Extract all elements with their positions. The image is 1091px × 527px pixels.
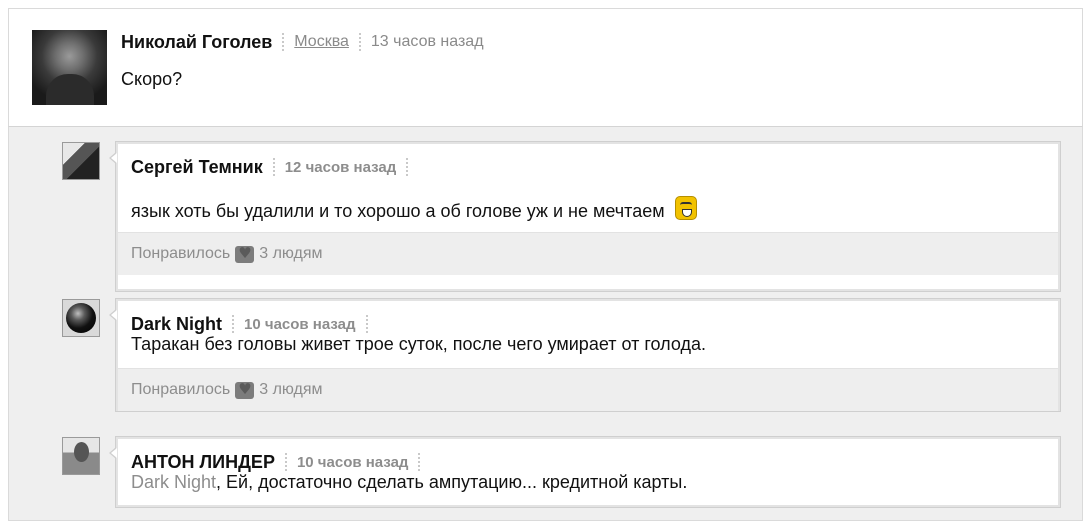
comment-text-content: , Ей, достаточно сделать ампутацию... кр… bbox=[216, 472, 688, 492]
post-author[interactable]: Николай Гоголев bbox=[121, 32, 272, 53]
separator bbox=[282, 33, 285, 51]
comment-author[interactable]: Сергей Темник bbox=[131, 157, 263, 178]
post-thread: Николай Гоголев Москва 13 часов назад Ск… bbox=[0, 0, 1091, 527]
main-post: Николай Гоголев Москва 13 часов назад Ск… bbox=[8, 8, 1083, 127]
comment-text-content: язык хоть бы удалили и то хорошо а об го… bbox=[131, 201, 665, 221]
post-time: 13 часов назад bbox=[370, 33, 484, 50]
comment-header: Сергей Темник 12 часов назад bbox=[131, 156, 418, 178]
like-bar: Понравилось 3 людям bbox=[118, 368, 1058, 411]
separator bbox=[272, 158, 275, 176]
comment-avatar[interactable] bbox=[62, 142, 100, 180]
post-location-link[interactable]: Москва bbox=[294, 33, 349, 51]
separator bbox=[406, 158, 409, 176]
like-bar: Понравилось 3 людям bbox=[118, 232, 1058, 275]
comment-header: АНТОН ЛИНДЕР 10 часов назад bbox=[131, 451, 430, 473]
comments-section: Сергей Темник 12 часов назад язык хоть б… bbox=[8, 126, 1083, 521]
separator bbox=[232, 315, 235, 333]
comment-author[interactable]: Dark Night bbox=[131, 314, 222, 335]
post-text: Скоро? bbox=[121, 69, 183, 89]
separator bbox=[284, 453, 287, 471]
post-header: Николай Гоголев Москва 13 часов назад bbox=[121, 32, 484, 52]
comment-header: Dark Night 10 часов назад bbox=[131, 313, 378, 335]
comment-text: Dark Night, Ей, достаточно сделать ампут… bbox=[131, 472, 687, 493]
likes-label: Понравилось bbox=[131, 381, 231, 398]
comment-avatar[interactable] bbox=[62, 299, 100, 337]
comment-time: 10 часов назад bbox=[244, 315, 356, 333]
likes-count[interactable]: 3 людям bbox=[259, 245, 322, 263]
author-avatar[interactable] bbox=[32, 30, 107, 105]
separator bbox=[365, 315, 368, 333]
likes-count[interactable]: 3 людям bbox=[259, 381, 322, 399]
separator bbox=[418, 453, 421, 471]
comment-time: 10 часов назад bbox=[296, 453, 409, 471]
likes-label: Понравилось bbox=[131, 245, 231, 262]
mention-link[interactable]: Dark Night bbox=[131, 472, 216, 492]
comment-text: язык хоть бы удалили и то хорошо а об го… bbox=[131, 196, 697, 222]
separator bbox=[358, 33, 361, 51]
comment-card: Dark Night 10 часов назад Таракан без го… bbox=[109, 298, 1061, 412]
heart-icon[interactable] bbox=[235, 244, 255, 263]
comment-card: Сергей Темник 12 часов назад язык хоть б… bbox=[109, 141, 1061, 292]
comment-author[interactable]: АНТОН ЛИНДЕР bbox=[131, 452, 275, 473]
comment-text: Таракан без головы живет трое суток, пос… bbox=[131, 334, 706, 354]
heart-icon[interactable] bbox=[235, 380, 255, 399]
smile-emoji-icon bbox=[674, 196, 697, 220]
comment-card: АНТОН ЛИНДЕР 10 часов назад Dark Night, … bbox=[109, 436, 1061, 508]
comment-time: 12 часов назад bbox=[284, 158, 397, 176]
comment-avatar[interactable] bbox=[62, 437, 100, 475]
